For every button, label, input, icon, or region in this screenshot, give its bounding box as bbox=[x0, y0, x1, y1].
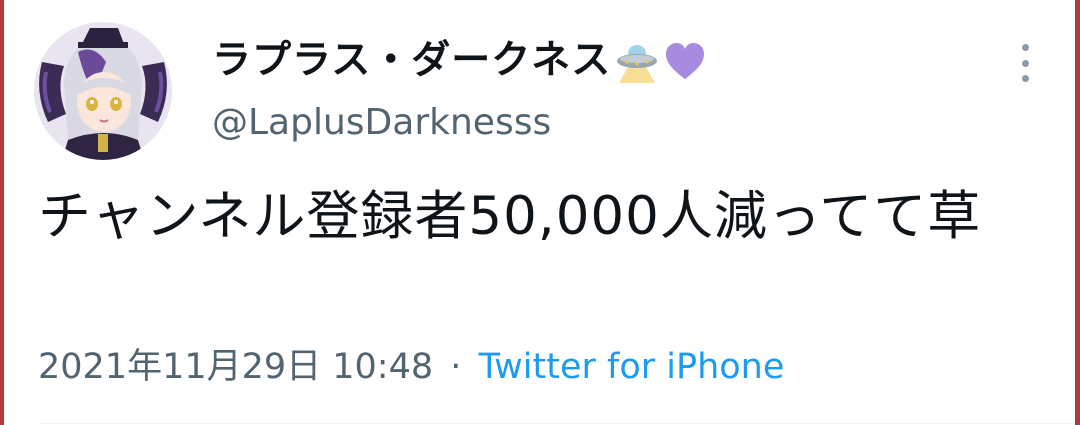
purple-heart-icon bbox=[663, 39, 707, 83]
tweet-card: ラプラス・ダークネス @LaplusDarknesss チャンネル登録者50,0… bbox=[4, 0, 1075, 425]
more-dot-icon bbox=[1021, 75, 1029, 82]
more-dot-icon bbox=[1021, 44, 1029, 51]
divider bbox=[38, 423, 1075, 424]
tweet-meta: 2021年11月29日 10:48 · Twitter for iPhone bbox=[38, 344, 784, 390]
tweet-text: チャンネル登録者50,000人減ってて草 bbox=[38, 186, 982, 247]
frame-edge-right bbox=[1075, 0, 1080, 425]
more-dot-icon bbox=[1021, 59, 1029, 67]
ufo-icon bbox=[615, 39, 659, 83]
name-row: ラプラス・ダークネス bbox=[212, 36, 707, 86]
tweet-timestamp[interactable]: 2021年11月29日 10:48 bbox=[38, 347, 433, 387]
display-name[interactable]: ラプラス・ダークネス bbox=[212, 36, 611, 86]
tweet-source-link[interactable]: Twitter for iPhone bbox=[479, 347, 785, 387]
meta-separator: · bbox=[450, 347, 462, 387]
more-options-button[interactable] bbox=[1010, 40, 1040, 86]
avatar[interactable] bbox=[34, 22, 172, 160]
avatar-image bbox=[34, 22, 172, 160]
user-handle[interactable]: @LaplusDarknesss bbox=[212, 100, 551, 146]
